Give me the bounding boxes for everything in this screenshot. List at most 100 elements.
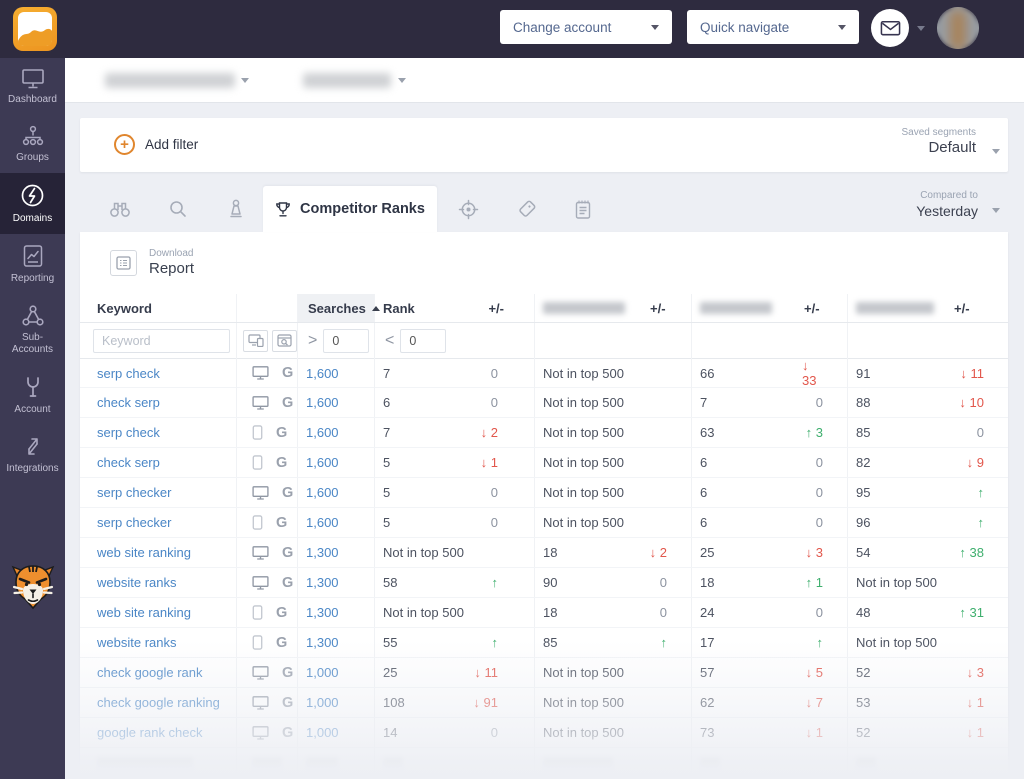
delta-zero: 0: [976, 425, 984, 440]
searches-value[interactable]: 1,600: [306, 485, 339, 500]
top-navbar: Change account Quick navigate: [0, 0, 1024, 58]
competitor-2-delta: ↓ 5: [802, 658, 848, 687]
google-engine-icon: G: [282, 574, 294, 591]
google-engine-icon: G: [276, 454, 288, 471]
competitor-1-delta: ↓ 2: [648, 538, 692, 567]
searches-value[interactable]: 1,600: [306, 395, 339, 410]
quick-navigate-select[interactable]: Quick navigate: [687, 10, 859, 44]
competitor-1-rank: Not in top 500: [543, 365, 624, 381]
keyword-link[interactable]: website ranks: [97, 635, 176, 650]
search-icon: [170, 201, 186, 217]
competitor-1-delta: [648, 508, 692, 537]
project-selector-blurred[interactable]: [105, 73, 235, 88]
searches-value[interactable]: 1,000: [306, 725, 339, 740]
rank-max-filter-input[interactable]: [400, 328, 447, 353]
google-engine-icon: G: [282, 724, 294, 741]
searches-value[interactable]: 1,300: [306, 605, 339, 620]
add-filter-button[interactable]: + Add filter: [114, 134, 198, 155]
tab-keywords-binoculars[interactable]: [97, 186, 143, 232]
sidebar-item-sub-accounts[interactable]: Sub-Accounts: [0, 294, 65, 365]
sidebar-item-label: Account: [14, 404, 51, 415]
header-plus-minus: +/-: [648, 294, 692, 322]
header-searches[interactable]: Searches: [298, 294, 380, 322]
searches-min-filter-input[interactable]: [323, 328, 370, 353]
keyword-link[interactable]: web site ranking: [97, 605, 191, 620]
searches-value[interactable]: 1,300: [306, 545, 339, 560]
delta-up: ↑ 1: [805, 575, 823, 590]
searches-value[interactable]: 1,600: [306, 515, 339, 530]
searches-value[interactable]: 1,000: [306, 665, 339, 680]
sidebar-item-groups[interactable]: Groups: [0, 115, 65, 173]
sidebar-item-domains[interactable]: Domains: [0, 173, 65, 234]
rank-value: 5: [383, 515, 391, 530]
search-engine-filter-button[interactable]: [272, 329, 297, 352]
header-competitor-2-blurred[interactable]: [692, 294, 802, 322]
competitor-2-rank: 24: [700, 605, 715, 620]
competitor-3-delta: [952, 628, 1008, 657]
keyword-filter-input[interactable]: [93, 328, 230, 353]
searches-value[interactable]: 1,300: [306, 635, 339, 650]
delta-zero: 0: [490, 725, 498, 740]
keyword-link[interactable]: serp check: [97, 366, 160, 381]
rank-value: 25: [383, 665, 398, 680]
rank-value: 5: [383, 455, 391, 470]
keyword-link[interactable]: check google ranking: [97, 695, 220, 710]
competitor-3-rank: 52: [856, 725, 871, 740]
saved-segments-value: Default: [928, 139, 976, 156]
saved-segments-select[interactable]: Saved segments Default: [902, 127, 1000, 156]
chevron-down-icon[interactable]: [917, 26, 925, 31]
delta-down: ↓ 11: [474, 665, 498, 680]
devices-icon: [247, 334, 264, 347]
searches-value[interactable]: 1,000: [306, 695, 339, 710]
tab-search[interactable]: [155, 186, 201, 232]
download-report-button[interactable]: Download Report: [110, 248, 194, 277]
competitor-3-delta: ↓ 1: [952, 688, 1008, 717]
sidebar-item-account[interactable]: Account: [0, 365, 65, 425]
tab-tags[interactable]: [504, 186, 550, 232]
rank-value: Not in top 500: [383, 545, 464, 560]
keyword-link[interactable]: check google rank: [97, 665, 203, 680]
change-account-select[interactable]: Change account: [500, 10, 672, 44]
keyword-link[interactable]: serp checker: [97, 485, 171, 500]
table-row: check google ranking G 1,000 108 ↓ 91 No…: [80, 688, 1008, 718]
delta-up: ↑: [977, 515, 985, 530]
mail-button[interactable]: [871, 9, 909, 47]
tab-rankings-pawn[interactable]: [213, 186, 259, 232]
header-competitor-1-blurred[interactable]: [535, 294, 648, 322]
competitor-3-rank: 95: [856, 485, 871, 500]
searches-value[interactable]: 1,600: [306, 366, 339, 381]
rank-value: 7: [383, 365, 391, 381]
tab-competitor-ranks[interactable]: Competitor Ranks: [263, 186, 437, 232]
app-logo[interactable]: [13, 7, 57, 51]
searches-value[interactable]: 1,300: [306, 575, 339, 590]
tab-notes[interactable]: [560, 186, 606, 232]
keyword-link[interactable]: check serp: [97, 455, 160, 470]
quick-navigate-label: Quick navigate: [700, 19, 790, 35]
tab-target[interactable]: [445, 186, 491, 232]
competitor-3-delta: ↓ 1: [952, 718, 1008, 747]
device-filter-button[interactable]: [243, 329, 268, 352]
competitor-2-rank: 66: [700, 365, 715, 381]
google-engine-icon: G: [282, 544, 294, 561]
sub-accounts-share-icon: [21, 305, 44, 326]
keyword-link[interactable]: website ranks: [97, 575, 176, 590]
domain-selector-blurred[interactable]: [303, 73, 391, 88]
header-keyword[interactable]: Keyword: [80, 294, 237, 322]
keyword-link[interactable]: serp checker: [97, 515, 171, 530]
keyword-link[interactable]: web site ranking: [97, 545, 191, 560]
sidebar-item-dashboard[interactable]: Dashboard: [0, 58, 65, 115]
delta-down: ↓ 1: [480, 455, 498, 470]
user-avatar[interactable]: [937, 7, 979, 49]
compared-to-select[interactable]: Compared to Yesterday: [916, 190, 1000, 219]
keyword-link[interactable]: serp check: [97, 425, 160, 440]
searches-value[interactable]: 1,600: [306, 455, 339, 470]
keyword-link[interactable]: check serp: [97, 395, 160, 410]
delta-up: ↑: [816, 635, 824, 650]
competitor-2-delta: 0: [802, 478, 848, 507]
sidebar-item-reporting[interactable]: Reporting: [0, 234, 65, 294]
searches-value[interactable]: 1,600: [306, 425, 339, 440]
sidebar-item-integrations[interactable]: Integrations: [0, 425, 65, 484]
keyword-link[interactable]: google rank check: [97, 725, 203, 740]
header-competitor-3-blurred[interactable]: [848, 294, 952, 322]
header-rank[interactable]: Rank: [375, 294, 470, 322]
